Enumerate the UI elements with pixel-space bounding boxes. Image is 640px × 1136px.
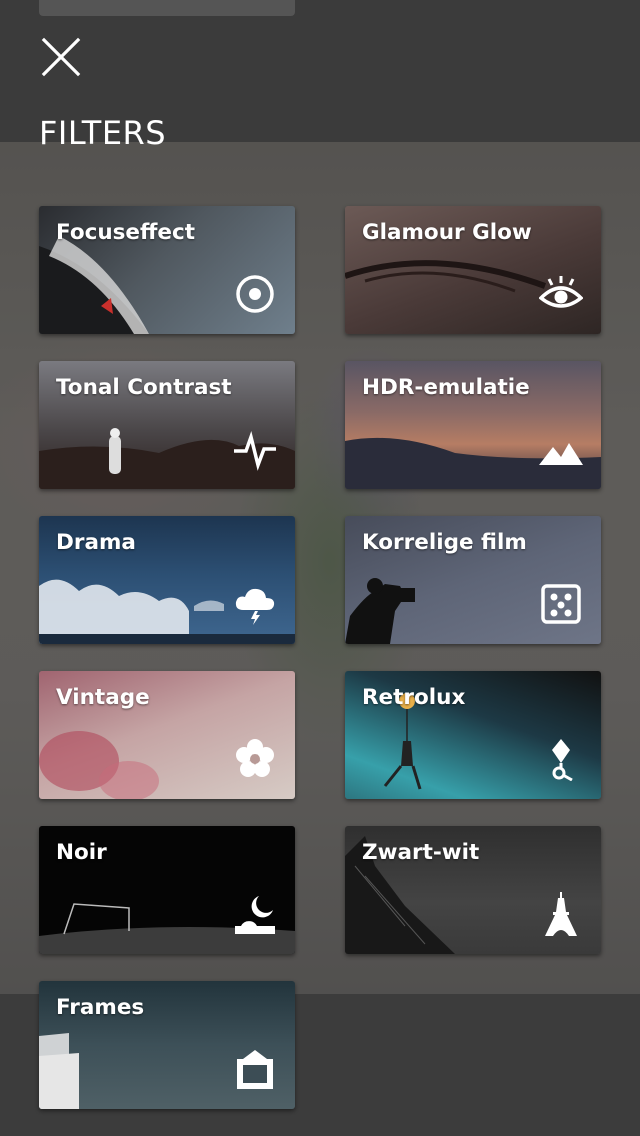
close-button[interactable] [40, 36, 82, 78]
filter-label: Frames [56, 995, 145, 1020]
filter-label: Drama [56, 530, 136, 555]
close-icon [41, 37, 81, 77]
filter-label: Noir [56, 840, 107, 865]
filter-label: Retrolux [362, 685, 466, 710]
filter-tile-tonal-contrast[interactable]: Tonal Contrast [39, 361, 295, 489]
filter-label: Focuseffect [56, 220, 196, 245]
filter-label: HDR-emulatie [362, 375, 530, 400]
filter-tile-focuseffect[interactable]: Focuseffect [39, 206, 295, 334]
storm-cloud-icon [233, 582, 277, 626]
filter-tile-hdr-emulatie[interactable]: HDR-emulatie [345, 361, 601, 489]
eye-icon [539, 272, 583, 316]
filter-label: Vintage [56, 685, 150, 710]
moon-icon [233, 892, 277, 936]
mountains-icon [539, 427, 583, 471]
filter-label: Zwart-wit [362, 840, 480, 865]
filter-tile-zwart-wit[interactable]: Zwart-wit [345, 826, 601, 954]
previous-tile-edge [39, 0, 295, 16]
page-title: FILTERS [39, 114, 167, 152]
filter-label: Glamour Glow [362, 220, 532, 245]
filter-tile-glamour-glow[interactable]: Glamour Glow [345, 206, 601, 334]
filter-tile-noir[interactable]: Noir [39, 826, 295, 954]
balloon-icon [539, 737, 583, 781]
frame-icon [233, 1047, 277, 1091]
filter-tile-retrolux[interactable]: Retrolux [345, 671, 601, 799]
filter-label: Tonal Contrast [56, 375, 232, 400]
target-icon [233, 272, 277, 316]
filter-tile-drama[interactable]: Drama [39, 516, 295, 644]
filter-tile-korrelige-film[interactable]: Korrelige film [345, 516, 601, 644]
dice-icon [539, 582, 583, 626]
eiffel-tower-icon [539, 892, 583, 936]
pulse-icon [233, 427, 277, 471]
filter-label: Korrelige film [362, 530, 527, 555]
flower-icon [233, 737, 277, 781]
filter-tile-vintage[interactable]: Vintage [39, 671, 295, 799]
filter-tile-frames[interactable]: Frames [39, 981, 295, 1109]
